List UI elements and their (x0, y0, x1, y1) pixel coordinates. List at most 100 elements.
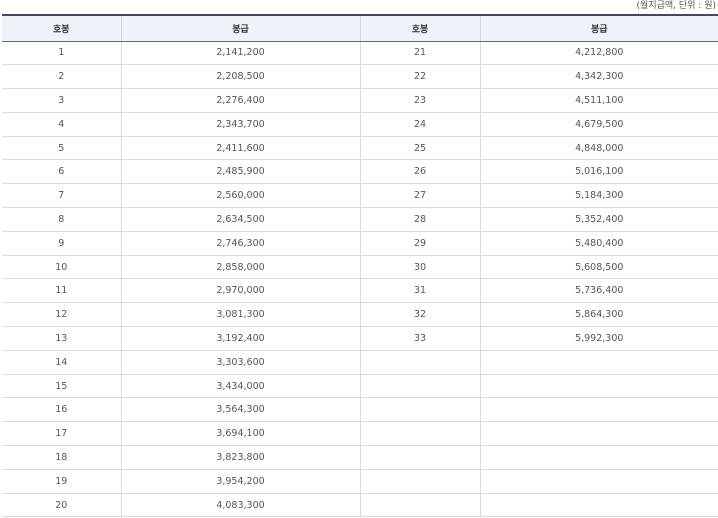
header-step-left: 호봉 (2, 14, 122, 42)
step-cell-left: 10 (2, 254, 122, 280)
step-cell-left: 14 (2, 349, 122, 375)
step-cell-left: 13 (2, 326, 122, 351)
step-cell-right (359, 468, 481, 494)
step-cell-right (359, 421, 481, 447)
step-cell-right: 27 (359, 183, 481, 209)
pay-cell-left: 2,411,600 (120, 135, 361, 161)
step-cell-left: 5 (2, 135, 122, 161)
table-header: 호봉 봉급 호봉 봉급 (2, 14, 718, 42)
pay-cell-left: 3,192,400 (120, 326, 361, 351)
pay-cell-right (479, 349, 718, 375)
pay-cell-left: 2,485,900 (120, 159, 361, 185)
pay-cell-right: 4,848,000 (479, 135, 718, 161)
pay-cell-right: 5,608,500 (479, 254, 718, 280)
table-row: 13 3,192,400 33 5,992,300 (2, 326, 718, 351)
pay-cell-right (479, 468, 718, 494)
step-cell-left: 2 (2, 64, 122, 90)
pay-cell-left: 3,564,300 (120, 397, 361, 423)
step-cell-right: 22 (359, 64, 481, 90)
pay-cell-left: 3,434,000 (120, 373, 361, 399)
step-cell-right (359, 349, 481, 375)
table-row: 5 2,411,600 25 4,848,000 (2, 135, 718, 161)
pay-cell-right: 5,016,100 (479, 159, 718, 185)
pay-cell-right: 4,342,300 (479, 64, 718, 90)
step-cell-left: 4 (2, 111, 122, 137)
table-row: 10 2,858,000 30 5,608,500 (2, 254, 718, 280)
pay-cell-right: 5,736,400 (479, 278, 718, 304)
pay-cell-right (479, 373, 718, 399)
pay-cell-right: 5,480,400 (479, 230, 718, 256)
pay-cell-right (479, 445, 718, 470)
pay-cell-right: 5,992,300 (479, 326, 718, 351)
pay-cell-left: 2,141,200 (120, 40, 361, 66)
step-cell-left: 11 (2, 278, 122, 304)
step-cell-left: 8 (2, 207, 122, 232)
pay-cell-left: 2,560,000 (120, 183, 361, 209)
table-row: 14 3,303,600 (2, 349, 718, 375)
pay-cell-right: 5,184,300 (479, 183, 718, 209)
unit-note: (월지급액, 단위 : 원) (636, 1, 716, 11)
salary-table: 호봉 봉급 호봉 봉급 1 2,141,200 21 4,212,800 2 2,208,… (2, 14, 718, 518)
step-cell-left: 17 (2, 421, 122, 447)
step-cell-right: 29 (359, 230, 481, 256)
step-cell-right (359, 397, 481, 423)
pay-cell-left: 2,276,400 (120, 88, 361, 113)
pay-cell-right (479, 421, 718, 447)
pay-cell-left: 2,746,300 (120, 230, 361, 256)
table-row: 12 3,081,300 32 5,864,300 (2, 302, 718, 328)
pay-cell-right: 5,864,300 (479, 302, 718, 328)
table-row: 16 3,564,300 (2, 397, 718, 423)
table-row: 8 2,634,500 28 5,352,400 (2, 207, 718, 232)
table-row: 3 2,276,400 23 4,511,100 (2, 88, 718, 113)
pay-cell-left: 3,303,600 (120, 349, 361, 375)
step-cell-right: 21 (359, 40, 481, 66)
step-cell-left: 16 (2, 397, 122, 423)
step-cell-right: 24 (359, 111, 481, 137)
step-cell-left: 20 (2, 492, 122, 518)
pay-cell-left: 2,343,700 (120, 111, 361, 137)
step-cell-right: 25 (359, 135, 481, 161)
step-cell-left: 3 (2, 88, 122, 113)
step-cell-right (359, 373, 481, 399)
pay-cell-left: 3,823,800 (120, 445, 361, 470)
step-cell-right: 28 (359, 207, 481, 232)
step-cell-left: 19 (2, 468, 122, 494)
step-cell-right (359, 492, 481, 518)
step-cell-left: 6 (2, 159, 122, 185)
step-cell-left: 18 (2, 445, 122, 470)
step-cell-left: 7 (2, 183, 122, 209)
pay-cell-left: 2,970,000 (120, 278, 361, 304)
table-row: 17 3,694,100 (2, 421, 718, 447)
step-cell-right: 26 (359, 159, 481, 185)
table-row: 2 2,208,500 22 4,342,300 (2, 64, 718, 90)
table-row: 7 2,560,000 27 5,184,300 (2, 183, 718, 209)
pay-cell-right: 4,679,500 (479, 111, 718, 137)
header-pay-left: 봉급 (120, 14, 361, 42)
pay-cell-right: 4,212,800 (479, 40, 718, 66)
pay-cell-left: 2,634,500 (120, 207, 361, 232)
table-row: 1 2,141,200 21 4,212,800 (2, 40, 718, 66)
step-cell-left: 12 (2, 302, 122, 328)
table-row: 9 2,746,300 29 5,480,400 (2, 230, 718, 256)
step-cell-left: 9 (2, 230, 122, 256)
step-cell-left: 15 (2, 373, 122, 399)
pay-cell-left: 3,694,100 (120, 421, 361, 447)
step-cell-right: 30 (359, 254, 481, 280)
pay-cell-left: 3,954,200 (120, 468, 361, 494)
pay-cell-right: 5,352,400 (479, 207, 718, 232)
table-row: 18 3,823,800 (2, 445, 718, 470)
table-row: 15 3,434,000 (2, 373, 718, 399)
pay-cell-right: 4,511,100 (479, 88, 718, 113)
header-pay-right: 봉급 (479, 14, 718, 42)
table-row: 11 2,970,000 31 5,736,400 (2, 278, 718, 304)
header-row: 호봉 봉급 호봉 봉급 (2, 14, 718, 42)
pay-cell-left: 4,083,300 (120, 492, 361, 518)
header-step-right: 호봉 (359, 14, 481, 42)
table-row: 20 4,083,300 (2, 492, 718, 518)
pay-cell-right (479, 492, 718, 518)
step-cell-left: 1 (2, 40, 122, 66)
step-cell-right: 23 (359, 88, 481, 113)
table-row: 19 3,954,200 (2, 468, 718, 494)
step-cell-right: 31 (359, 278, 481, 304)
step-cell-right: 33 (359, 326, 481, 351)
